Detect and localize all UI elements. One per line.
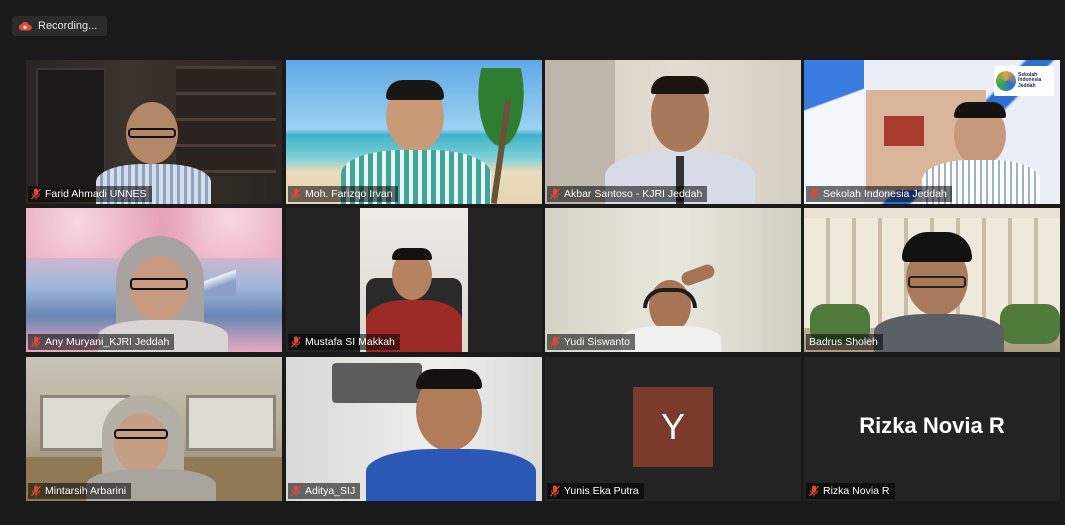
participant-nameplate: Badrus Sholeh xyxy=(806,334,883,350)
school-logo: Sekolah Indonesia Jeddah xyxy=(994,66,1054,96)
participant-name: Any Muryani_KJRI Jeddah xyxy=(45,336,170,348)
school-logo-text: Sekolah Indonesia Jeddah xyxy=(1018,71,1042,89)
participant-name: Rizka Novia R xyxy=(823,485,890,497)
participant-name: Moh. Farizqo Irvan xyxy=(305,188,393,200)
muted-mic-icon xyxy=(809,485,819,497)
video-tile[interactable]: Mintarsih Arbarini xyxy=(26,357,282,501)
video-feed xyxy=(545,208,801,352)
participant-nameplate: Mintarsih Arbarini xyxy=(28,483,132,499)
video-tile[interactable]: Mustafa SI Makkah xyxy=(286,208,542,352)
participant-nameplate: Sekolah Indonesia Jeddah xyxy=(806,186,952,202)
participant-nameplate: Yunis Eka Putra xyxy=(547,483,644,499)
muted-mic-icon xyxy=(291,485,301,497)
participant-display-name: Rizka Novia R xyxy=(859,413,1005,438)
video-tile-active-speaker[interactable]: Badrus Sholeh xyxy=(804,208,1060,352)
participant-name: Sekolah Indonesia Jeddah xyxy=(823,188,947,200)
video-tile[interactable]: Y Yunis Eka Putra xyxy=(545,357,801,501)
participant-nameplate: Rizka Novia R xyxy=(806,483,895,499)
video-tile[interactable]: Akbar Santoso - KJRI Jeddah xyxy=(545,60,801,204)
video-tile[interactable]: Yudi Siswanto xyxy=(545,208,801,352)
participant-nameplate: Yudi Siswanto xyxy=(547,334,635,350)
video-feed xyxy=(804,208,1060,352)
participant-name: Mintarsih Arbarini xyxy=(45,485,127,497)
participant-name: Badrus Sholeh xyxy=(809,336,878,348)
video-tile[interactable]: Any Muryani_KJRI Jeddah xyxy=(26,208,282,352)
participant-name: Akbar Santoso - KJRI Jeddah xyxy=(564,188,703,200)
participant-name: Mustafa SI Makkah xyxy=(305,336,395,348)
participant-name: Yudi Siswanto xyxy=(564,336,630,348)
muted-mic-icon xyxy=(550,336,560,348)
muted-mic-icon xyxy=(31,485,41,497)
muted-mic-icon xyxy=(291,336,301,348)
participant-name: Farid Ahmadi UNNES xyxy=(45,188,147,200)
participant-name: Aditya_SIJ xyxy=(305,485,356,497)
recording-label: Recording... xyxy=(38,20,98,32)
video-tile[interactable]: Aditya_SIJ xyxy=(286,357,542,501)
video-tile[interactable]: Sekolah Indonesia Jeddah Sekolah Indonesia… xyxy=(804,60,1060,204)
video-feed xyxy=(26,208,282,352)
participant-name: Yunis Eka Putra xyxy=(564,485,639,497)
video-gallery-grid: Farid Ahmadi UNNES Moh. Farizqo Irvan Ak… xyxy=(26,60,1063,502)
video-tile[interactable]: Farid Ahmadi UNNES xyxy=(26,60,282,204)
video-tile[interactable]: Moh. Farizqo Irvan xyxy=(286,60,542,204)
participant-nameplate: Aditya_SIJ xyxy=(288,483,361,499)
participant-nameplate: Mustafa SI Makkah xyxy=(288,334,400,350)
meeting-top-bar: Recording... xyxy=(0,0,1065,48)
muted-mic-icon xyxy=(550,485,560,497)
video-feed xyxy=(286,357,542,501)
cloud-record-icon xyxy=(18,22,32,31)
participant-nameplate: Akbar Santoso - KJRI Jeddah xyxy=(547,186,708,202)
muted-mic-icon xyxy=(550,188,560,200)
muted-mic-icon xyxy=(809,188,819,200)
video-feed xyxy=(545,60,801,204)
video-feed: Sekolah Indonesia Jeddah xyxy=(804,60,1060,204)
video-feed xyxy=(26,357,282,501)
participant-nameplate: Any Muryani_KJRI Jeddah xyxy=(28,334,175,350)
muted-mic-icon xyxy=(31,188,41,200)
recording-indicator[interactable]: Recording... xyxy=(12,16,108,36)
video-tile[interactable]: Rizka Novia R Rizka Novia R xyxy=(804,357,1060,501)
video-feed xyxy=(26,60,282,204)
video-feed xyxy=(286,60,542,204)
participant-nameplate: Farid Ahmadi UNNES xyxy=(28,186,152,202)
participant-nameplate: Moh. Farizqo Irvan xyxy=(288,186,398,202)
muted-mic-icon xyxy=(31,336,41,348)
participant-avatar: Y xyxy=(633,387,713,467)
video-feed xyxy=(286,208,542,352)
muted-mic-icon xyxy=(291,188,301,200)
